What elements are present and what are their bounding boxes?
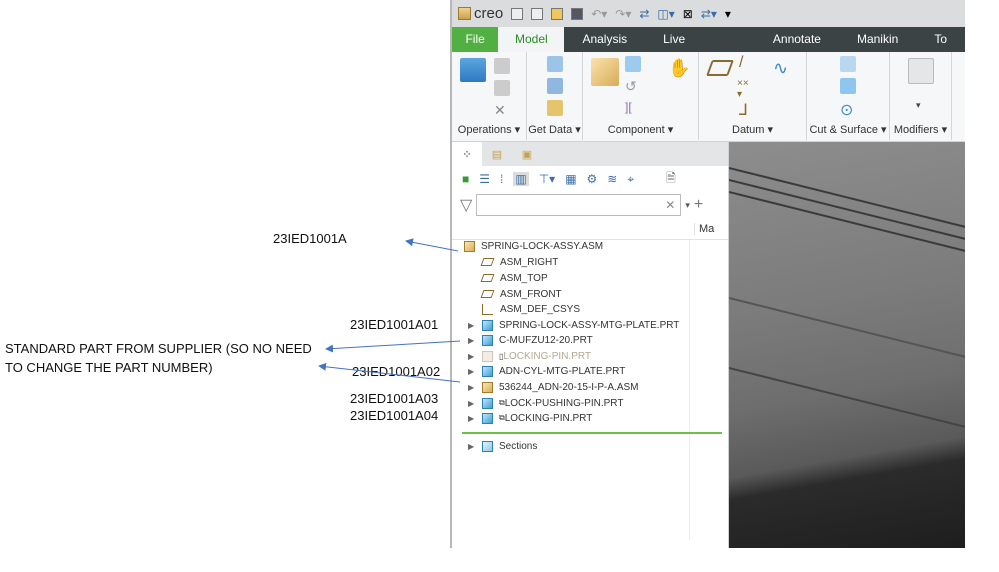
arrow-to-standard-part-2 (318, 362, 461, 383)
arrow-to-standard-part (325, 340, 461, 353)
arrow-to-assembly (405, 238, 459, 252)
annotation-arrows (318, 238, 461, 383)
